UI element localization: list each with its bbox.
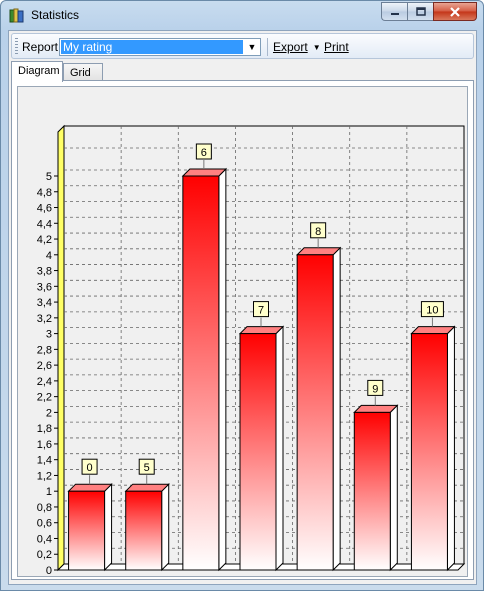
y-tick-label: 2,8 — [37, 344, 52, 356]
close-icon — [450, 6, 460, 17]
minimize-button[interactable] — [381, 2, 407, 21]
bar-side — [332, 246, 341, 572]
report-label: Report — [22, 40, 59, 54]
data-label: 5 — [144, 462, 150, 474]
toolbar: Report My rating ▼ Export ▼ Print — [11, 33, 474, 59]
y-tick-label: 3,6 — [37, 281, 52, 293]
bar-top — [124, 483, 170, 492]
bar-side — [389, 404, 398, 572]
y-tick-label: 1 — [46, 486, 52, 498]
data-label: 10 — [426, 305, 438, 317]
title-bar[interactable]: Statistics — [1, 1, 483, 29]
books-icon — [9, 8, 24, 23]
y-tick-label: 0,8 — [37, 502, 52, 514]
window-title: Statistics — [31, 8, 80, 22]
bar-front — [125, 490, 163, 571]
bar-top — [181, 168, 228, 177]
bar-side — [161, 482, 170, 572]
report-select[interactable]: My rating ▼ — [59, 38, 261, 56]
bar-front — [410, 333, 448, 571]
y-tick-label: 3,8 — [37, 266, 52, 278]
y-tick-label: 4,6 — [37, 203, 52, 215]
data-label: 7 — [258, 305, 264, 317]
diagram-panel: 0 0,2 0,4 0,6 0,8 1 1,2 1,4 1,6 1,8 2 2,2 2,4 2,6 2,8 3… — [11, 80, 474, 580]
bar-front — [296, 254, 334, 571]
y-tick-label: 4,2 — [37, 234, 52, 246]
maximize-button[interactable] — [407, 2, 433, 21]
y-tick-label: 4,4 — [37, 218, 52, 230]
y-tick-label: 3,2 — [37, 313, 52, 325]
bar — [295, 246, 342, 572]
bar-side — [275, 325, 284, 572]
statistics-window: Statistics Report My rating ▼ Export ▼ P… — [0, 0, 484, 591]
bar — [67, 482, 113, 572]
bar-chart: 0 0,2 0,4 0,6 0,8 1 1,2 1,4 1,6 1,8 2 2,2 2,4 2,6 2,8 3… — [37, 124, 466, 576]
toolbar-separator — [267, 38, 268, 56]
bar-side — [104, 482, 113, 572]
close-button[interactable] — [433, 2, 477, 21]
bar-front — [353, 411, 391, 571]
export-button[interactable]: Export ▼ — [273, 40, 321, 54]
bar — [238, 325, 285, 572]
y-tick-label: 3,4 — [37, 297, 52, 309]
export-label: Export — [273, 40, 308, 54]
y-tick-label: 1,8 — [37, 423, 52, 435]
y-tick-label: 0,2 — [37, 549, 52, 561]
minimize-icon — [390, 12, 399, 15]
bar-front — [182, 175, 220, 571]
y-tick-label: 4 — [46, 250, 52, 262]
y-tick-label: 2,2 — [37, 392, 52, 404]
data-label: 6 — [201, 147, 207, 159]
caption-buttons — [381, 2, 477, 22]
bar-side — [218, 167, 227, 572]
bar-side — [446, 325, 455, 572]
bar — [353, 404, 399, 572]
y-tick-label: 2 — [46, 407, 52, 419]
chart-left-wall — [57, 124, 65, 572]
y-tick-label: 0,4 — [37, 533, 52, 545]
y-tick-label: 1,6 — [37, 439, 52, 451]
chevron-down-icon[interactable]: ▼ — [244, 39, 260, 55]
bar-front — [68, 490, 106, 571]
print-button[interactable]: Print — [324, 40, 349, 54]
bar-top — [67, 483, 113, 492]
y-tick-label: 4,8 — [37, 187, 52, 199]
bar-top — [238, 326, 285, 335]
y-tick-label: 0,6 — [37, 518, 52, 530]
y-tick-label: 3 — [46, 329, 52, 341]
y-tick-label: 0 — [46, 565, 52, 576]
y-tick-label: 2,6 — [37, 360, 52, 372]
y-tick-label: 1,4 — [37, 455, 52, 467]
y-tick-label: 1,2 — [37, 470, 52, 482]
bar-top — [295, 247, 342, 256]
tab-diagram[interactable]: Diagram — [11, 61, 63, 82]
maximize-icon — [415, 6, 426, 16]
bar — [410, 325, 456, 572]
data-label: 8 — [315, 226, 321, 238]
tab-grid[interactable]: Grid — [63, 63, 103, 81]
dropdown-arrow-icon: ▼ — [312, 42, 321, 52]
y-tick-label: 5 — [46, 171, 52, 183]
data-label: 0 — [87, 462, 93, 474]
data-label: 9 — [372, 383, 378, 395]
client-area: Report My rating ▼ Export ▼ Print Diagra… — [8, 30, 477, 585]
bar — [181, 167, 228, 572]
bar-top — [353, 404, 399, 413]
report-select-value: My rating — [61, 40, 243, 54]
bar — [124, 482, 170, 572]
bar-front — [239, 333, 277, 571]
chart-frame: 0 0,2 0,4 0,6 0,8 1 1,2 1,4 1,6 1,8 2 2,2 2,4 2,6 2,8 3… — [17, 86, 468, 577]
toolbar-grip[interactable] — [15, 38, 18, 54]
bar-top — [410, 326, 456, 335]
y-tick-label: 2,4 — [37, 376, 52, 388]
